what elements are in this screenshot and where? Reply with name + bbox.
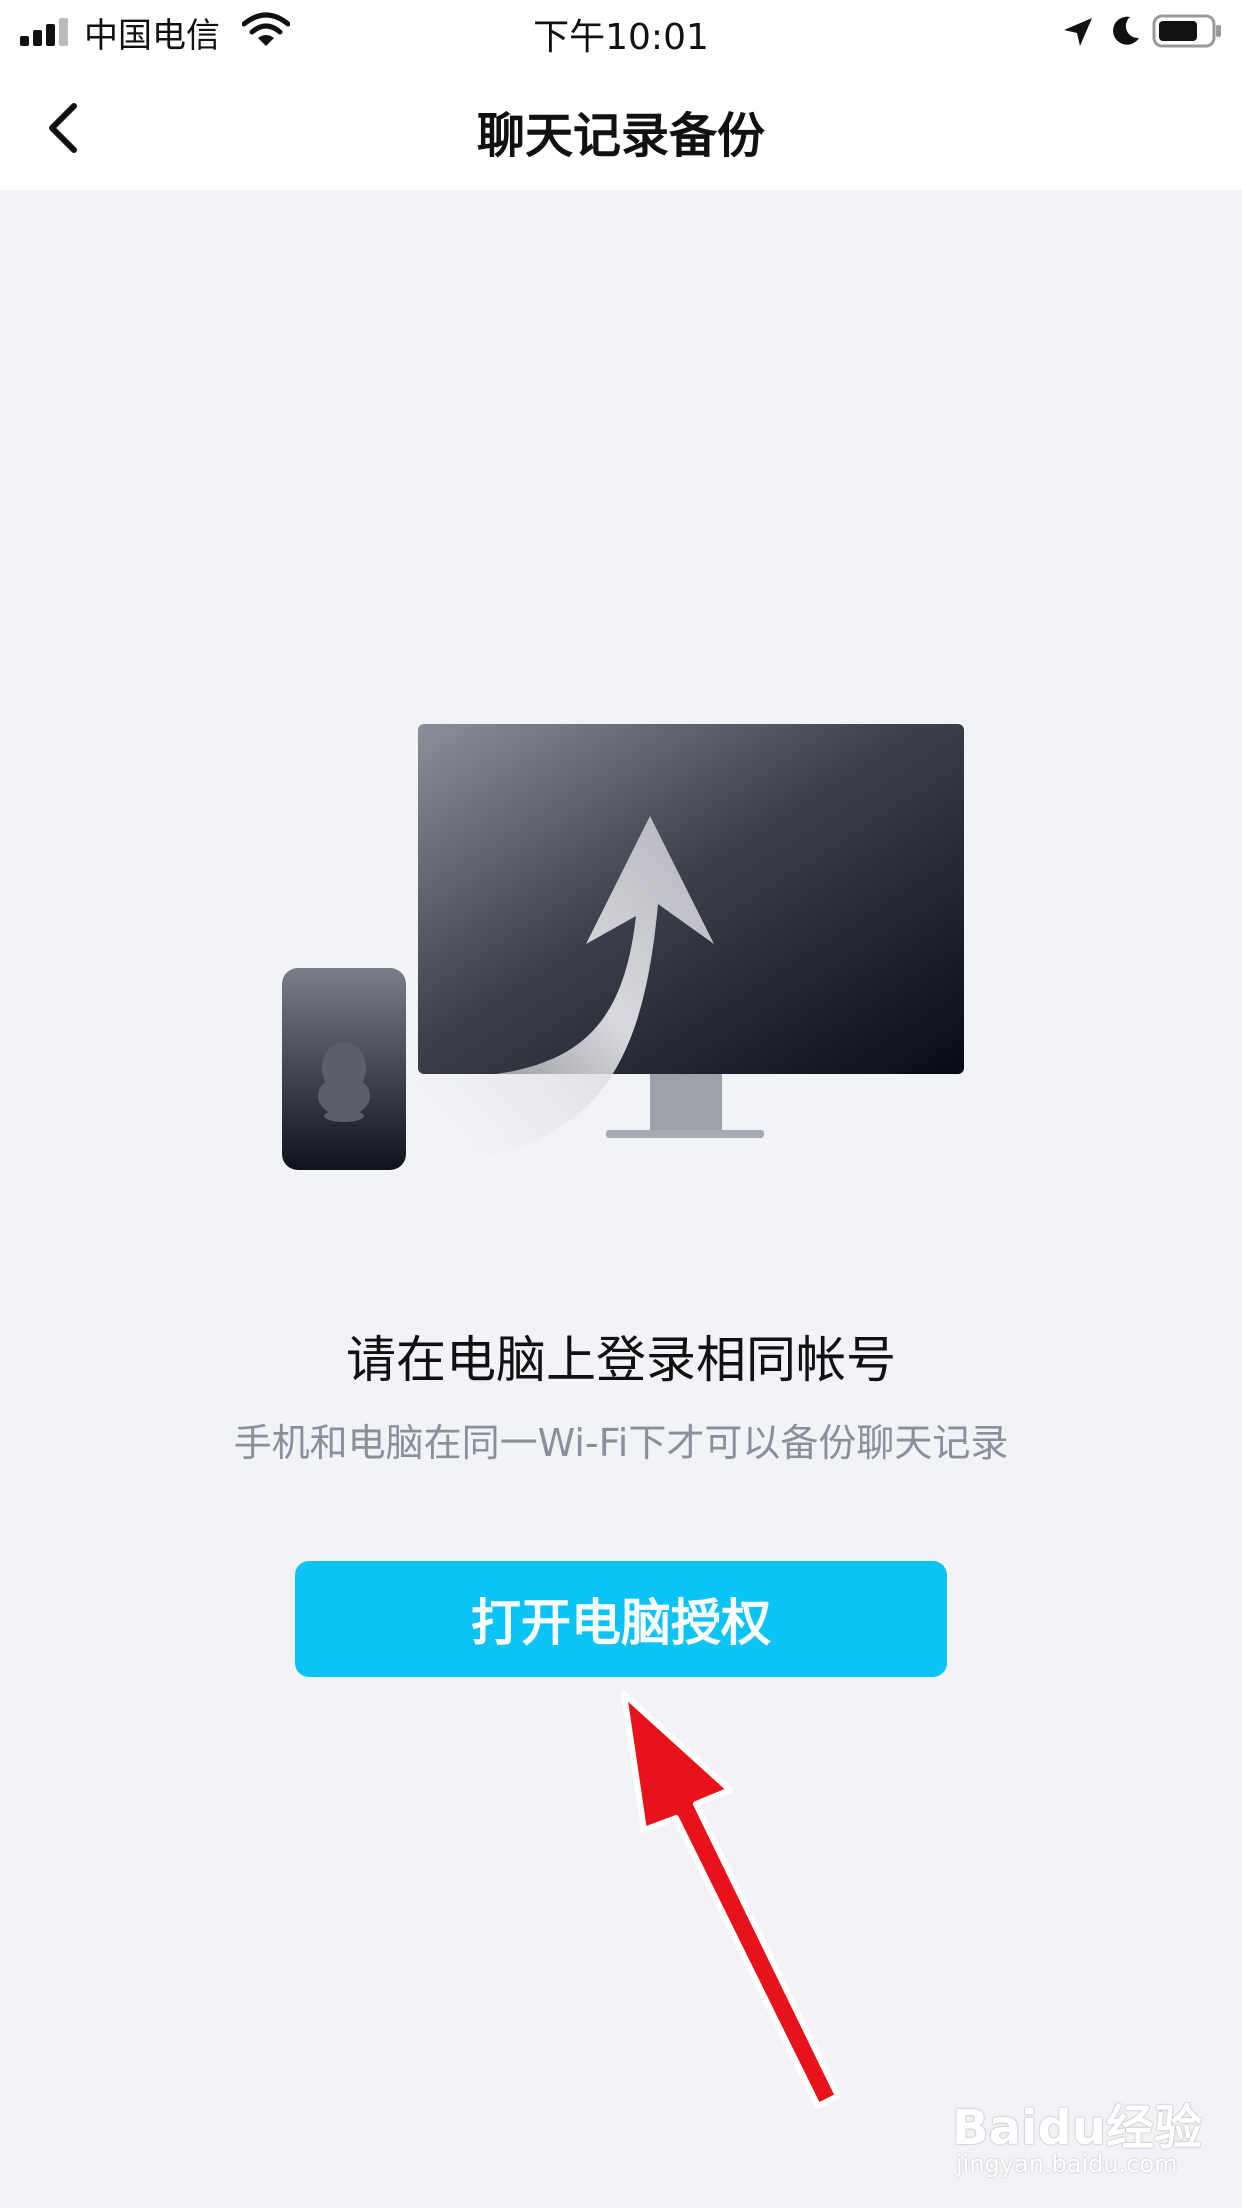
watermark-text: Baidu经验 [952,2100,1202,2156]
instruction-headline: 请在电脑上登录相同帐号 [346,1331,896,1389]
location-icon [1064,18,1092,46]
annotation-arrow-icon [621,1691,841,2109]
battery-icon [1152,14,1221,48]
instruction-subline: 手机和电脑在同一Wi-Fi下才可以备份聊天记录 [233,1421,1009,1465]
page-title: 聊天记录备份 [476,108,765,164]
qq-penguin-icon [318,1042,370,1122]
backup-illustration [282,724,964,1170]
navigation-bar: 聊天记录备份 [0,62,1242,190]
clock: 下午10:01 [533,17,709,58]
status-bar: 中国电信 下午10:01 [0,0,1242,62]
watermark-url: jingyan.baidu.com [956,2150,1178,2178]
watermark: Baidu经验 jingyan.baidu.com [952,2088,1224,2188]
moon-icon [1113,16,1139,45]
phone-icon [282,968,406,1170]
open-pc-authorization-button[interactable]: 打开电脑授权 [295,1561,947,1677]
